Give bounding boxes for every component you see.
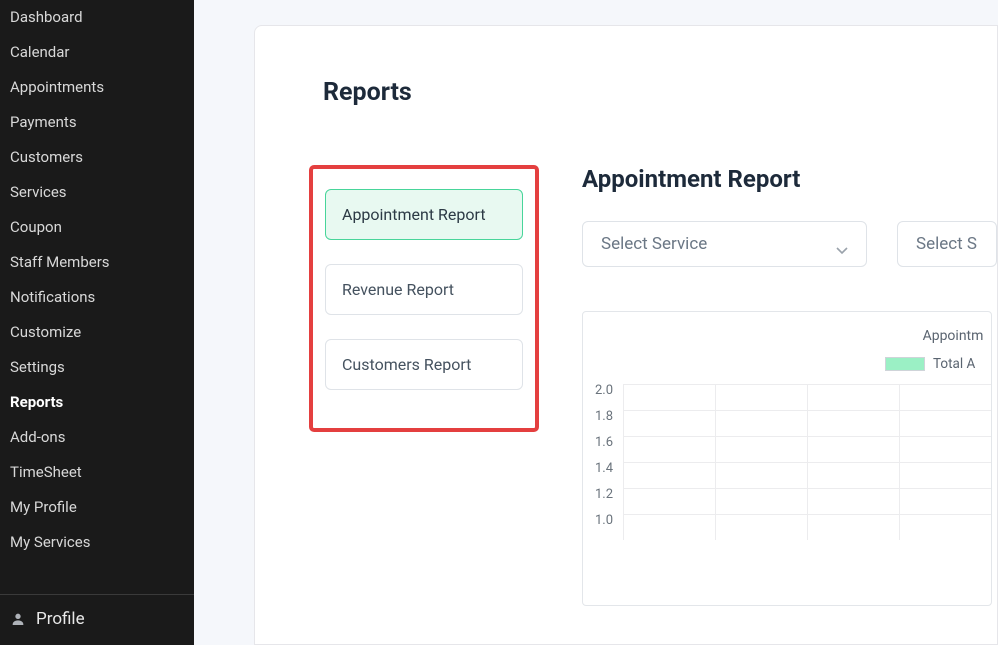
sidebar-item-customize[interactable]: Customize [0,315,194,350]
grid-row [623,488,991,514]
filters-row: Select Service Select S [582,221,997,267]
sidebar-item-settings[interactable]: Settings [0,350,194,385]
sidebar-footer: Profile [0,594,194,645]
y-tick: 2.0 [595,384,613,410]
chevron-down-icon [836,240,848,248]
legend-label: Total A [933,356,975,372]
sidebar-item-my-profile[interactable]: My Profile [0,490,194,525]
sidebar-profile-label: Profile [36,609,85,629]
sidebar-item-customers[interactable]: Customers [0,140,194,175]
y-tick: 1.8 [595,410,613,436]
chart-container: Appointm Total A 2.0 1.8 1.6 1.4 1.2 [582,311,992,606]
sidebar-item-services[interactable]: Services [0,175,194,210]
grid-row [623,384,991,410]
report-detail-column: Appointment Report Select Service Select… [582,165,997,645]
y-tick: 1.6 [595,436,613,462]
sidebar-item-my-services[interactable]: My Services [0,525,194,560]
report-type-customers[interactable]: Customers Report [325,339,523,390]
report-type-revenue[interactable]: Revenue Report [325,264,523,315]
grid-row [623,514,991,540]
sidebar-item-calendar[interactable]: Calendar [0,35,194,70]
report-type-column: Appointment Report Revenue Report Custom… [309,165,542,645]
section-title: Appointment Report [582,165,997,193]
sidebar-item-payments[interactable]: Payments [0,105,194,140]
main-content: Reports Appointment Report Revenue Repor… [194,0,998,645]
grid-row [623,410,991,436]
sidebar-item-timesheet[interactable]: TimeSheet [0,455,194,490]
select-service-label: Select Service [601,234,707,254]
content-row: Appointment Report Revenue Report Custom… [255,165,997,645]
sidebar-item-appointments[interactable]: Appointments [0,70,194,105]
sidebar-profile-link[interactable]: Profile [10,609,184,639]
sidebar-item-notifications[interactable]: Notifications [0,280,194,315]
sidebar: Dashboard Calendar Appointments Payments… [0,0,194,645]
chart-area: 2.0 1.8 1.6 1.4 1.2 1.0 [595,384,991,540]
sidebar-item-add-ons[interactable]: Add-ons [0,420,194,455]
y-tick: 1.0 [595,514,613,540]
sidebar-item-coupon[interactable]: Coupon [0,210,194,245]
chart-y-axis: 2.0 1.8 1.6 1.4 1.2 1.0 [595,384,623,540]
grid-row [623,462,991,488]
select-secondary[interactable]: Select S [897,221,997,267]
sidebar-item-staff-members[interactable]: Staff Members [0,245,194,280]
sidebar-item-reports[interactable]: Reports [0,385,194,420]
page-title: Reports [323,78,997,107]
report-type-appointment[interactable]: Appointment Report [325,189,523,240]
content-panel: Reports Appointment Report Revenue Repor… [254,25,998,645]
report-type-highlight-box: Appointment Report Revenue Report Custom… [309,165,539,432]
user-icon [10,611,26,627]
sidebar-item-dashboard[interactable]: Dashboard [0,0,194,35]
y-tick: 1.2 [595,488,613,514]
sidebar-items: Dashboard Calendar Appointments Payments… [0,0,194,594]
select-secondary-label: Select S [916,234,977,254]
select-service[interactable]: Select Service [582,221,867,267]
chart-grid [623,384,991,540]
chart-title: Appointm [595,328,991,344]
grid-row [623,436,991,462]
y-tick: 1.4 [595,462,613,488]
legend-swatch [885,357,925,371]
chart-legend: Total A [885,356,975,372]
